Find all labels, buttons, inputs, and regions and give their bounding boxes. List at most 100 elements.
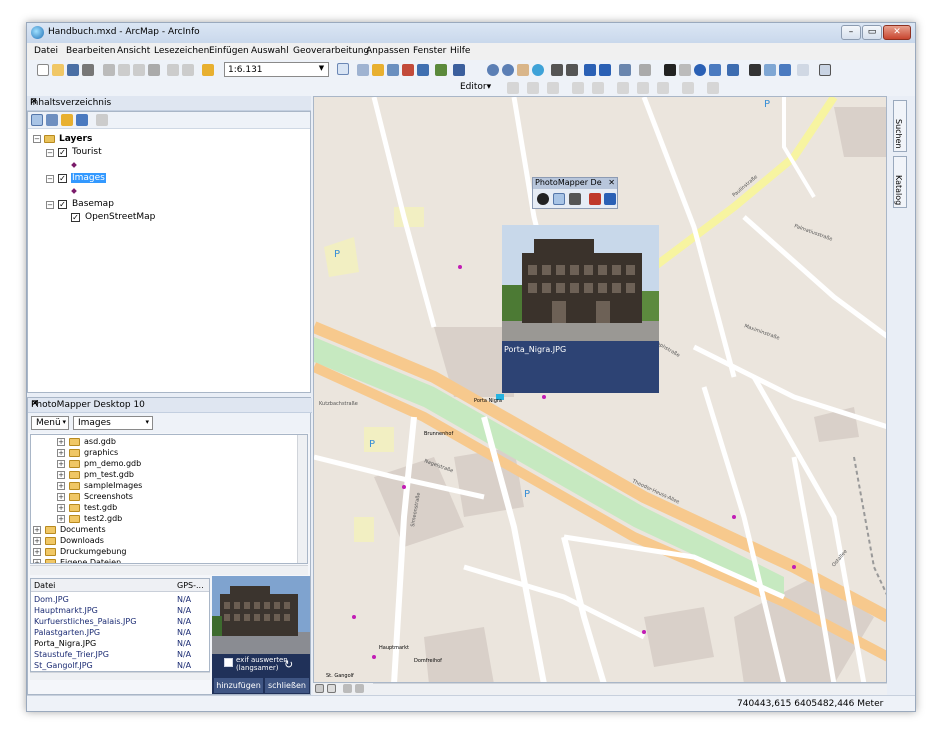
toc-layer-basemap[interactable]: Basemap — [72, 199, 114, 209]
folder-tree-item[interactable]: test.gdb — [84, 503, 117, 512]
pause-drawing-icon[interactable] — [355, 684, 364, 693]
menu-anpassen[interactable]: Anpassen — [366, 46, 410, 56]
delete-icon[interactable] — [148, 64, 160, 76]
menu-bearbeiten[interactable]: Bearbeiten — [66, 46, 115, 56]
clear-selection-icon[interactable] — [639, 64, 651, 76]
file-list-h-scrollbar[interactable] — [30, 672, 210, 680]
find-route-icon[interactable] — [764, 64, 776, 76]
toc-layer-images[interactable]: Images — [71, 173, 106, 183]
collapse-layers-icon[interactable]: − — [33, 135, 41, 143]
expand-folder-icon[interactable]: + — [57, 482, 65, 490]
arctoolbox-icon[interactable] — [402, 64, 414, 76]
split-icon[interactable] — [572, 82, 584, 94]
kml-icon[interactable] — [604, 193, 616, 205]
map-h-scrollbar[interactable] — [373, 683, 887, 695]
sketch-properties-icon[interactable] — [637, 82, 649, 94]
options-icon[interactable] — [96, 114, 108, 126]
exif-checkbox[interactable] — [224, 658, 233, 667]
full-extent-icon[interactable] — [532, 64, 544, 76]
menu-lesezeichen[interactable]: Lesezeichen — [154, 46, 209, 56]
map-view[interactable]: Christophstraße Theodor-Heuss-Allee Paul… — [313, 96, 887, 683]
new-document-icon[interactable] — [37, 64, 49, 76]
select-photo-icon[interactable] — [553, 193, 565, 205]
minimize-button[interactable]: – — [841, 25, 861, 40]
html-popup-icon[interactable] — [709, 64, 721, 76]
data-view-icon[interactable] — [315, 684, 324, 693]
open-folder-icon[interactable] — [52, 64, 64, 76]
column-header-gps[interactable]: GPS-... — [177, 581, 204, 590]
modelbuilder-icon[interactable] — [435, 64, 447, 76]
toc-layer-openstreetmap[interactable]: OpenStreetMap — [85, 212, 155, 222]
refresh-icon[interactable]: ↻ — [284, 658, 293, 671]
expand-folder-icon[interactable]: + — [57, 493, 65, 501]
go-to-xy-icon[interactable] — [779, 64, 791, 76]
rotate-icon[interactable] — [592, 82, 604, 94]
expand-folder-icon[interactable]: + — [33, 526, 41, 534]
create-features-icon[interactable] — [657, 82, 669, 94]
menu-ansicht[interactable]: Ansicht — [117, 46, 150, 56]
crosshair-icon[interactable] — [569, 193, 581, 205]
snapping-icon[interactable] — [682, 82, 694, 94]
topology-icon[interactable] — [707, 82, 719, 94]
file-row-name[interactable]: Hauptmarkt.JPG — [34, 606, 98, 615]
file-row-name[interactable]: Palastgarten.JPG — [34, 628, 100, 637]
menu-geoverarbeitung[interactable]: Geoverarbeitung — [293, 46, 369, 56]
folder-tree-item[interactable]: pm_demo.gdb — [84, 459, 141, 468]
editor-toolbar-icon[interactable] — [337, 63, 349, 75]
save-icon[interactable] — [67, 64, 79, 76]
folder-tree-item[interactable]: asd.gdb — [84, 437, 116, 446]
catalog-tab[interactable]: Katalog — [893, 156, 907, 208]
tourist-visibility-checkbox[interactable]: ✓ — [58, 148, 67, 157]
edit-tool-icon[interactable] — [507, 82, 519, 94]
collapse-basemap-icon[interactable]: − — [46, 201, 54, 209]
add-button[interactable]: hinzufügen — [214, 678, 263, 693]
basemap-visibility-checkbox[interactable]: ✓ — [58, 200, 67, 209]
select-elements-icon[interactable] — [664, 64, 676, 76]
list-by-selection-icon[interactable] — [76, 114, 88, 126]
zoom-in-icon[interactable] — [487, 64, 499, 76]
time-slider-icon[interactable] — [797, 64, 809, 76]
select-features-icon[interactable] — [619, 64, 631, 76]
toc-layers-root[interactable]: Layers — [59, 134, 92, 144]
expand-folder-icon[interactable]: + — [57, 515, 65, 523]
column-header-datei[interactable]: Datei — [34, 581, 55, 590]
help-icon[interactable] — [453, 64, 465, 76]
folder-tree-item[interactable]: Documents — [60, 525, 106, 534]
file-row-name[interactable]: St_Gangolf.JPG — [34, 661, 93, 670]
layout-view-icon[interactable] — [327, 684, 336, 693]
close-icon[interactable]: ✕ — [30, 97, 307, 107]
toc-layer-tourist[interactable]: Tourist — [72, 147, 102, 157]
photomapper-toggle-icon[interactable] — [819, 64, 831, 76]
file-row-name[interactable]: Dom.JPG — [34, 595, 69, 604]
folder-tree-item[interactable]: sampleImages — [84, 481, 142, 490]
folder-tree-item[interactable]: Druckumgebung — [60, 547, 126, 556]
print-icon[interactable] — [82, 64, 94, 76]
expand-folder-icon[interactable]: + — [57, 460, 65, 468]
chevron-down-icon[interactable]: ▼ — [316, 64, 327, 75]
back-arrow-icon[interactable] — [584, 64, 596, 76]
expand-folder-icon[interactable]: + — [57, 471, 65, 479]
export-icon[interactable] — [589, 193, 601, 205]
file-row-name[interactable]: Kurfuerstliches_Palais.JPG — [34, 617, 136, 626]
menu-fenster[interactable]: Fenster — [413, 46, 446, 56]
zoom-out-icon[interactable] — [502, 64, 514, 76]
list-by-drawing-order-icon[interactable] — [31, 114, 43, 126]
close-button[interactable]: ✕ — [883, 25, 911, 40]
expand-folder-icon[interactable]: + — [33, 548, 41, 556]
folder-tree-item[interactable]: Screenshots — [84, 492, 133, 501]
folder-tree-h-scrollbar[interactable] — [30, 565, 308, 575]
straight-segment-icon[interactable] — [527, 82, 539, 94]
close-panel-button[interactable]: schließen — [265, 678, 309, 693]
add-data-icon[interactable] — [202, 64, 214, 76]
photomapper-menu-button[interactable]: Menü ▾ — [31, 416, 69, 430]
pan-icon[interactable] — [517, 64, 529, 76]
camera-icon[interactable] — [537, 193, 549, 205]
expand-folder-icon[interactable]: + — [57, 449, 65, 457]
copy-icon[interactable] — [118, 64, 130, 76]
list-by-source-icon[interactable] — [46, 114, 58, 126]
find-binoculars-icon[interactable] — [749, 64, 761, 76]
search-window-icon[interactable] — [387, 64, 399, 76]
file-row-name[interactable]: Porta_Nigra.JPG — [34, 639, 97, 648]
forward-arrow-icon[interactable] — [599, 64, 611, 76]
expand-folder-icon[interactable]: + — [57, 438, 65, 446]
